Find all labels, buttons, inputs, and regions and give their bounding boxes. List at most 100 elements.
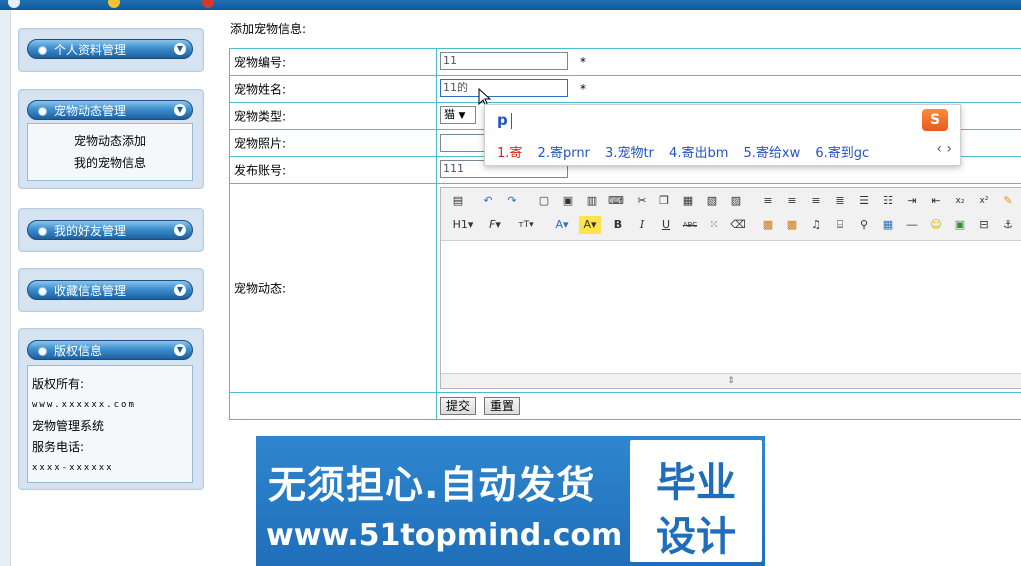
copy-icon[interactable]: ❐ <box>655 192 673 210</box>
menu-favorites-header[interactable]: 收藏信息管理 ▼ <box>27 280 193 300</box>
outdent-icon[interactable]: ⇤ <box>927 192 945 210</box>
map-icon[interactable]: ▣ <box>951 216 969 234</box>
logout-icon[interactable] <box>202 0 217 8</box>
chevron-down-icon[interactable]: ▼ <box>174 344 186 356</box>
ime-candidate[interactable]: 1.寄 <box>497 146 522 161</box>
submit-button[interactable]: 提交 <box>440 397 477 415</box>
copyright-phone: xxxx-xxxxxx <box>32 463 114 473</box>
ime-candidate[interactable]: 5.寄给xw <box>744 146 801 161</box>
font-family-icon[interactable]: F▾ <box>483 216 507 234</box>
copyright-body: 版权所有: www.xxxxxx.com 宠物管理系统 服务电话: xxxx-x… <box>27 365 193 483</box>
sidebar-section-profile: 个人资料管理 ▼ <box>18 28 204 72</box>
print-icon[interactable]: ▣ <box>559 192 577 210</box>
chevron-down-icon[interactable]: ▼ <box>174 43 186 55</box>
ime-page-nav-icon[interactable]: ‹ › <box>936 141 952 157</box>
menu-pet-news-header[interactable]: 宠物动态管理 ▼ <box>27 100 193 120</box>
justify-icon[interactable]: ≣ <box>831 192 849 210</box>
bullet-icon <box>38 287 47 296</box>
pet-name-input[interactable]: 11的 <box>440 79 568 97</box>
code-icon[interactable]: ⌨ <box>607 192 625 210</box>
reset-button[interactable]: 重置 <box>484 397 521 415</box>
insert-media-icon[interactable]: ♫ <box>807 216 825 234</box>
account-label: 发布账号: <box>234 163 287 178</box>
menu-friends-header[interactable]: 我的好友管理 ▼ <box>27 220 193 240</box>
source-icon[interactable]: ▤ <box>449 192 467 210</box>
pet-name-label: 宠物姓名: <box>234 82 287 97</box>
sidebar-section-pet-news: 宠物动态管理 ▼ 宠物动态添加 我的宠物信息 <box>18 89 204 189</box>
menu-pet-news-body: 宠物动态添加 我的宠物信息 <box>27 123 193 181</box>
line-height-icon[interactable]: ⁙ <box>705 216 723 234</box>
label-cell: 宠物动态: <box>230 184 437 392</box>
cut-icon[interactable]: ✂ <box>633 192 651 210</box>
align-right-icon[interactable]: ≡ <box>807 192 825 210</box>
menu-copyright-header[interactable]: 版权信息 ▼ <box>27 340 193 360</box>
pet-id-input[interactable]: 11 <box>440 52 568 70</box>
redo-icon[interactable]: ↷ <box>503 192 521 210</box>
ime-candidate[interactable]: 2.寄prnr <box>538 146 590 161</box>
template-icon[interactable]: ▥ <box>583 192 601 210</box>
insert-image-icon[interactable]: ▩ <box>759 216 777 234</box>
align-center-icon[interactable]: ≡ <box>783 192 801 210</box>
link-add-pet-news[interactable]: 宠物动态添加 <box>28 130 192 152</box>
row-pet-id: 宠物编号: 11 * <box>230 49 1021 76</box>
menu-friends-label: 我的好友管理 <box>54 224 127 238</box>
font-size-icon[interactable]: тT▾ <box>513 216 539 234</box>
bold-icon[interactable]: B <box>609 216 627 234</box>
paste-icon[interactable]: ▦ <box>679 192 697 210</box>
link-my-pets[interactable]: 我的宠物信息 <box>28 152 192 174</box>
label-cell <box>230 393 437 419</box>
label-cell: 宠物编号: <box>230 49 437 75</box>
menu-profile-header[interactable]: 个人资料管理 ▼ <box>27 39 193 59</box>
paste-text-icon[interactable]: ▧ <box>703 192 721 210</box>
underline-icon[interactable]: U <box>657 216 675 234</box>
home-icon[interactable] <box>8 0 23 8</box>
favorites-icon[interactable] <box>108 0 123 8</box>
ordered-list-icon[interactable]: ☰ <box>855 192 873 210</box>
emoticon-icon[interactable]: ☺ <box>927 216 945 234</box>
indent-icon[interactable]: ⇥ <box>903 192 921 210</box>
highlight-icon[interactable]: A▾ <box>579 216 601 234</box>
ime-candidate-popup: p S 1.寄 2.寄prnr 3.宠物tr 4.寄出bm 5.寄给xw 6.寄… <box>484 104 961 166</box>
paste-word-icon[interactable]: ▨ <box>727 192 745 210</box>
subscript-icon[interactable]: x₂ <box>951 192 969 210</box>
ime-candidate[interactable]: 3.宠物tr <box>605 146 654 161</box>
label-cell: 宠物类型: <box>230 103 437 129</box>
pagebreak-icon[interactable]: ⊟ <box>975 216 993 234</box>
menu-pet-news-label: 宠物动态管理 <box>54 104 127 118</box>
insert-flash-icon[interactable]: ▩ <box>783 216 801 234</box>
ime-caret <box>511 113 512 129</box>
chevron-down-icon[interactable]: ▼ <box>174 104 186 116</box>
menu-favorites-label: 收藏信息管理 <box>54 284 127 298</box>
ime-pinyin: p <box>497 111 508 129</box>
eraser-icon[interactable]: ⌫ <box>729 216 747 234</box>
ad-banner[interactable]: 无须担心.自动发货 www.51topmind.com 毕业 设计 <box>256 436 765 566</box>
bullet-icon <box>38 46 47 55</box>
strikethrough-icon[interactable]: ABC <box>681 216 699 234</box>
align-left-icon[interactable]: ≡ <box>759 192 777 210</box>
heading-icon[interactable]: H1▾ <box>449 216 477 234</box>
anchor-icon[interactable]: ⚓ <box>999 216 1017 234</box>
font-color-icon[interactable]: A▾ <box>551 216 573 234</box>
copyright-owner-label: 版权所有: <box>32 377 85 391</box>
preview-icon[interactable]: ▢ <box>535 192 553 210</box>
ime-candidate[interactable]: 4.寄出bm <box>669 146 728 161</box>
hr-icon[interactable]: ― <box>903 216 921 234</box>
required-mark: * <box>580 55 586 69</box>
unordered-list-icon[interactable]: ☷ <box>879 192 897 210</box>
insert-table-icon[interactable]: ⌸ <box>831 216 849 234</box>
italic-icon[interactable]: I <box>633 216 651 234</box>
chevron-down-icon[interactable]: ▼ <box>174 224 186 236</box>
editor-resize-handle[interactable]: ⇕ <box>441 373 1021 388</box>
ime-candidate[interactable]: 6.寄到gc <box>815 146 869 161</box>
attachment-icon[interactable]: ⚲ <box>855 216 873 234</box>
table-icon[interactable]: ▦ <box>879 216 897 234</box>
superscript-icon[interactable]: x² <box>975 192 993 210</box>
pet-type-label: 宠物类型: <box>234 109 287 124</box>
rich-text-editor[interactable]: ▤ ↶ ↷ ▢ ▣ ▥ ⌨ ✂ ❐ ▦ ▧ ▨ ≡ ≡ ≡ ≣ ☰ ☷ ⇥ ⇤ … <box>440 187 1021 389</box>
pet-type-select[interactable]: 猫 ▼ <box>440 106 476 124</box>
ime-logo-icon[interactable]: S <box>922 109 948 131</box>
chevron-down-icon[interactable]: ▼ <box>174 284 186 296</box>
format-painter-icon[interactable]: ✎ <box>999 192 1017 210</box>
undo-icon[interactable]: ↶ <box>479 192 497 210</box>
ime-candidates: 1.寄 2.寄prnr 3.宠物tr 4.寄出bm 5.寄给xw 6.寄到gc <box>497 142 880 161</box>
